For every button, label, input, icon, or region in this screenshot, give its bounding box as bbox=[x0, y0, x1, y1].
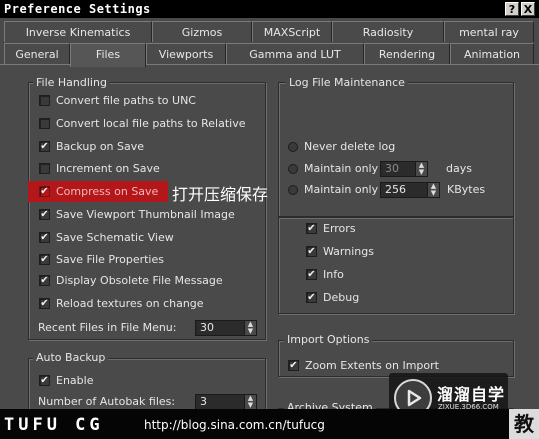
spinner-arrows-icon[interactable]: ▲ ▼ bbox=[427, 183, 439, 197]
option-label: Display Obsolete File Message bbox=[56, 274, 223, 287]
tab-maxscript[interactable]: MAXScript bbox=[252, 21, 332, 42]
tab-mental-ray[interactable]: mental ray bbox=[444, 21, 534, 42]
maintain-days-spinner[interactable]: 30 ▲ ▼ bbox=[380, 161, 428, 177]
autobak-files-value[interactable]: 3 bbox=[200, 395, 207, 409]
checkbox-warnings[interactable]: ✔ bbox=[306, 246, 317, 257]
spinner-arrows-icon[interactable]: ▲ ▼ bbox=[244, 321, 256, 335]
tab-radiosity[interactable]: Radiosity bbox=[332, 21, 444, 42]
window-title: Preference Settings bbox=[4, 2, 151, 16]
annotation-text: 打开压缩保存 bbox=[172, 185, 269, 204]
maintain-days-value[interactable]: 30 bbox=[385, 162, 399, 176]
level-label: Errors bbox=[323, 222, 356, 235]
file-handling-label: File Handling bbox=[33, 76, 110, 89]
tab-gamma-and-lut[interactable]: Gamma and LUT bbox=[226, 43, 364, 64]
recent-files-spinner[interactable]: 30 ▲ ▼ bbox=[195, 320, 257, 336]
checkbox-save-schematic[interactable]: ✔ bbox=[39, 232, 50, 243]
level-label: Warnings bbox=[323, 245, 374, 258]
footer-brand: TUFU CG bbox=[4, 415, 104, 435]
radio-never-delete-dot[interactable] bbox=[288, 142, 298, 152]
checkbox-debug[interactable]: ✔ bbox=[306, 292, 317, 303]
days-unit: days bbox=[446, 162, 472, 175]
maintain-kb-value[interactable]: 256 bbox=[385, 183, 406, 197]
radio-label: Maintain only bbox=[304, 183, 379, 196]
checkbox-backup-on-save[interactable]: ✔ bbox=[39, 141, 50, 152]
option-label: Convert file paths to UNC bbox=[56, 94, 196, 107]
autobak-files-spinner[interactable]: 3 ▲ ▼ bbox=[195, 394, 257, 410]
recent-files-label: Recent Files in File Menu: bbox=[38, 321, 177, 334]
tab-files[interactable]: Files bbox=[70, 43, 146, 67]
spinner-arrows-icon[interactable]: ▲ ▼ bbox=[244, 395, 256, 409]
checkbox-convert-relative[interactable] bbox=[39, 118, 50, 129]
footer-url: http://blog.sina.com.cn/tufucg bbox=[144, 418, 325, 432]
import-options-label: Import Options bbox=[284, 333, 373, 346]
checkbox-compress-on-save[interactable]: ✔ bbox=[39, 186, 50, 197]
radio-maintain-days-dot[interactable] bbox=[288, 164, 298, 174]
help-button[interactable]: ? bbox=[505, 2, 519, 16]
checkbox-reload-textures[interactable]: ✔ bbox=[39, 298, 50, 309]
maintain-kb-spinner[interactable]: 256 ▲ ▼ bbox=[380, 182, 440, 198]
checkbox-enable-autobackup[interactable]: ✔ bbox=[39, 375, 50, 386]
footer-badge: 教 bbox=[509, 409, 539, 439]
close-button[interactable]: X bbox=[521, 2, 535, 16]
checkbox-display-obsolete[interactable]: ✔ bbox=[39, 275, 50, 286]
option-label: Save Viewport Thumbnail Image bbox=[56, 208, 235, 221]
tab-viewports[interactable]: Viewports bbox=[146, 43, 226, 64]
tab-row-bottom: General Files Viewports Gamma and LUT Re… bbox=[0, 43, 539, 67]
radio-label: Never delete log bbox=[304, 140, 396, 153]
watermark-name: 溜溜自学 bbox=[437, 385, 506, 404]
tab-animation[interactable]: Animation bbox=[450, 43, 534, 64]
checkbox-convert-unc[interactable] bbox=[39, 95, 50, 106]
spinner-arrows-icon[interactable]: ▲ ▼ bbox=[415, 162, 427, 176]
option-label: Backup on Save bbox=[56, 140, 145, 153]
title-bar: Preference Settings ? X bbox=[0, 0, 539, 18]
kb-unit: KBytes bbox=[447, 183, 486, 196]
autobak-files-label: Number of Autobak files: bbox=[38, 395, 176, 408]
checkbox-save-file-properties[interactable]: ✔ bbox=[39, 254, 50, 265]
tab-general[interactable]: General bbox=[4, 43, 70, 64]
level-label: Debug bbox=[323, 291, 360, 304]
option-label: Convert local file paths to Relative bbox=[56, 117, 246, 130]
auto-backup-label: Auto Backup bbox=[33, 351, 109, 364]
tab-row-top: Inverse Kinematics Gizmos MAXScript Radi… bbox=[0, 21, 539, 43]
radio-label: Maintain only bbox=[304, 162, 379, 175]
checkbox-increment-on-save[interactable] bbox=[39, 163, 50, 174]
checkbox-save-thumbnail[interactable]: ✔ bbox=[39, 209, 50, 220]
option-label: Reload textures on change bbox=[56, 297, 204, 310]
log-file-label: Log File Maintenance bbox=[286, 76, 408, 89]
tab-rendering[interactable]: Rendering bbox=[364, 43, 450, 64]
option-label: Save File Properties bbox=[56, 253, 164, 266]
tab-inverse-kinematics[interactable]: Inverse Kinematics bbox=[4, 21, 152, 42]
checkbox-info[interactable]: ✔ bbox=[306, 269, 317, 280]
option-label: Compress on Save bbox=[56, 185, 159, 198]
tab-gizmos[interactable]: Gizmos bbox=[152, 21, 252, 42]
footer-banner: TUFU CG http://blog.sina.com.cn/tufucg 教 bbox=[0, 409, 539, 439]
recent-files-value[interactable]: 30 bbox=[200, 321, 214, 335]
option-label: Zoom Extents on Import bbox=[305, 359, 439, 372]
checkbox-errors[interactable]: ✔ bbox=[306, 223, 317, 234]
radio-maintain-kb-dot[interactable] bbox=[288, 185, 298, 195]
option-label: Enable bbox=[56, 374, 94, 387]
level-label: Info bbox=[323, 268, 344, 281]
option-label: Increment on Save bbox=[56, 162, 160, 175]
checkbox-zoom-extents[interactable]: ✔ bbox=[288, 360, 299, 371]
option-label: Save Schematic View bbox=[56, 231, 174, 244]
